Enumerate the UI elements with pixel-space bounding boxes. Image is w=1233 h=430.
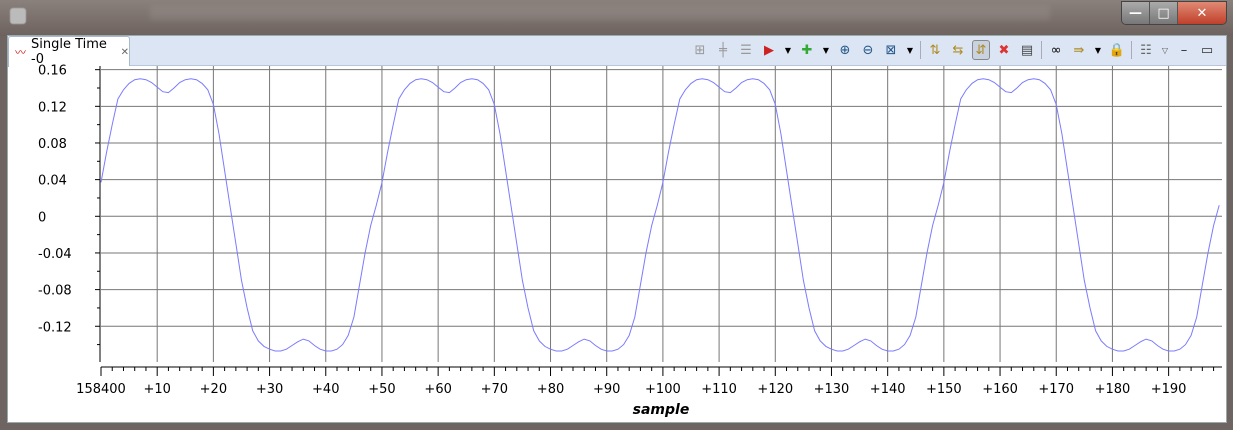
time-plot: 158400 +10 +20 +30 +40 +50 +60 +70 +80 +90 +100 +11… xyxy=(38,64,1222,418)
y-tick-label: -0.12 xyxy=(38,320,72,335)
x-tick-label: +40 xyxy=(312,382,339,397)
x-axis-label: sample xyxy=(633,402,690,418)
y-tick-label: 0 xyxy=(38,210,46,225)
x-tick-label: +180 xyxy=(1095,382,1131,397)
x-tick-label: +50 xyxy=(368,382,395,397)
x-tick-label: +70 xyxy=(481,382,508,397)
x-tick-label: +30 xyxy=(256,382,283,397)
x-tick-label: +20 xyxy=(200,382,227,397)
x-tick-label: +80 xyxy=(537,382,564,397)
x-tick-label: +140 xyxy=(870,382,906,397)
x-tick-label: +160 xyxy=(982,382,1018,397)
x-tick-label: +110 xyxy=(701,382,737,397)
x-tick-label: +100 xyxy=(645,382,681,397)
x-tick-label: +10 xyxy=(143,382,170,397)
y-tick-label: 0.04 xyxy=(38,174,67,189)
y-tick-label: -0.04 xyxy=(38,247,72,262)
x-tick-label: 158400 xyxy=(76,382,126,397)
x-tick-label: +60 xyxy=(424,382,451,397)
x-tick-label: +150 xyxy=(926,382,962,397)
x-tick-label: +170 xyxy=(1038,382,1074,397)
y-tick-label: 0.08 xyxy=(38,137,67,152)
y-tick-label: 0.16 xyxy=(38,64,67,79)
x-tick-label: +90 xyxy=(593,382,620,397)
y-tick-label: 0.12 xyxy=(38,100,67,115)
y-tick-label: -0.08 xyxy=(38,284,72,299)
x-tick-label: +120 xyxy=(757,382,793,397)
x-tick-label: +190 xyxy=(1151,382,1187,397)
x-tick-label: +130 xyxy=(814,382,850,397)
